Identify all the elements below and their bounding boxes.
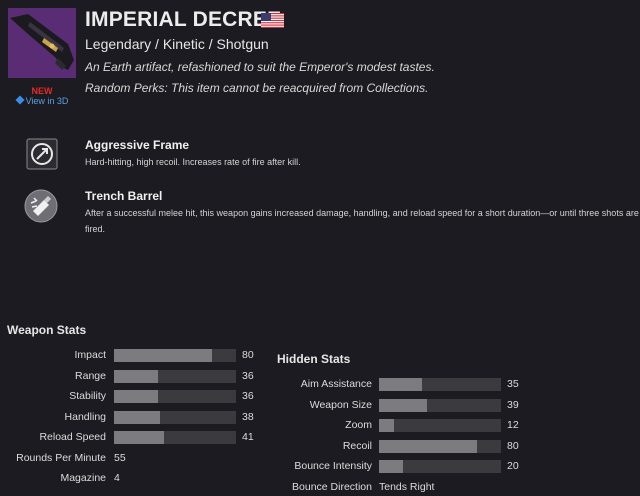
hidden-stats-title: Hidden Stats (277, 352, 351, 366)
stat-value: 4 (114, 472, 120, 484)
perk-description: After a successful melee hit, this weapo… (85, 208, 639, 234)
weapon-title: IMPERIAL DECREE (85, 8, 282, 31)
cube-icon (15, 95, 25, 105)
perk-description: Hard-hitting, high recoil. Increases rat… (85, 157, 301, 167)
stat-bar (379, 439, 501, 453)
perk-name: Aggressive Frame (85, 138, 190, 152)
flavor-text: An Earth artifact, refashioned to suit t… (85, 60, 435, 74)
stat-label: Stability (69, 390, 106, 402)
stat-label: Impact (74, 349, 106, 361)
stat-bar (379, 398, 501, 412)
stat-label: Aim Assistance (300, 378, 372, 390)
perk-name: Trench Barrel (85, 189, 163, 203)
stat-label: Handling (64, 410, 106, 423)
aggressive-frame-icon[interactable] (26, 138, 58, 170)
stat-bar-fill (114, 349, 212, 362)
stat-bar-fill (114, 431, 165, 444)
random-perks-note: Random Perks: This item cannot be reacqu… (85, 81, 429, 95)
shotgun-icon (8, 8, 76, 78)
stat-value: 36 (242, 369, 254, 382)
stat-bar-fill (114, 369, 158, 383)
stat-bar (114, 431, 236, 444)
stat-bar (379, 460, 501, 473)
stat-label: Range (75, 369, 106, 382)
stat-value: 80 (242, 349, 254, 361)
stat-label: Zoom (345, 419, 372, 431)
stat-value: 38 (242, 410, 254, 423)
stat-label: Weapon Size (309, 398, 372, 411)
stat-bar-fill (379, 460, 404, 473)
stat-label: Reload Speed (39, 431, 106, 443)
new-badge: NEW (31, 86, 53, 96)
stat-bar-fill (114, 390, 158, 403)
weapon-subtitle: Legendary / Kinetic / Shotgun (85, 36, 269, 52)
stat-label: Recoil (342, 439, 372, 452)
stat-bar (114, 410, 236, 424)
stat-label: Magazine (60, 472, 106, 484)
stat-bar-fill (379, 398, 427, 412)
weapon-thumbnail[interactable] (8, 8, 76, 78)
stat-bar (114, 369, 236, 383)
stat-label: Rounds Per Minute (16, 451, 106, 464)
stat-bar (114, 390, 236, 403)
view-in-3d-label: View in 3D (25, 96, 69, 106)
us-flag-icon (261, 13, 284, 28)
stat-bar-fill (379, 419, 394, 432)
view-in-3d-link[interactable]: View in 3D (8, 95, 76, 106)
stat-value: 41 (242, 431, 254, 443)
stat-value: 12 (507, 419, 519, 431)
stat-value: 36 (242, 390, 254, 402)
stat-bar (114, 349, 236, 362)
stat-label: Bounce Intensity (294, 460, 372, 472)
stat-bar-fill (379, 439, 477, 453)
stat-bar (379, 378, 501, 391)
stat-value: 55 (114, 451, 126, 464)
trench-barrel-icon[interactable] (24, 189, 58, 223)
stat-value: Tends Right (379, 480, 435, 493)
stat-value: 35 (507, 378, 519, 390)
stat-bar (379, 419, 501, 432)
stat-value: 20 (507, 460, 519, 472)
stat-value: 39 (507, 398, 519, 411)
stat-value: 80 (507, 439, 519, 452)
stat-bar-fill (114, 410, 161, 424)
stat-bar-fill (379, 378, 422, 391)
weapon-stats-title: Weapon Stats (7, 323, 87, 337)
stat-label: Bounce Direction (292, 480, 372, 493)
